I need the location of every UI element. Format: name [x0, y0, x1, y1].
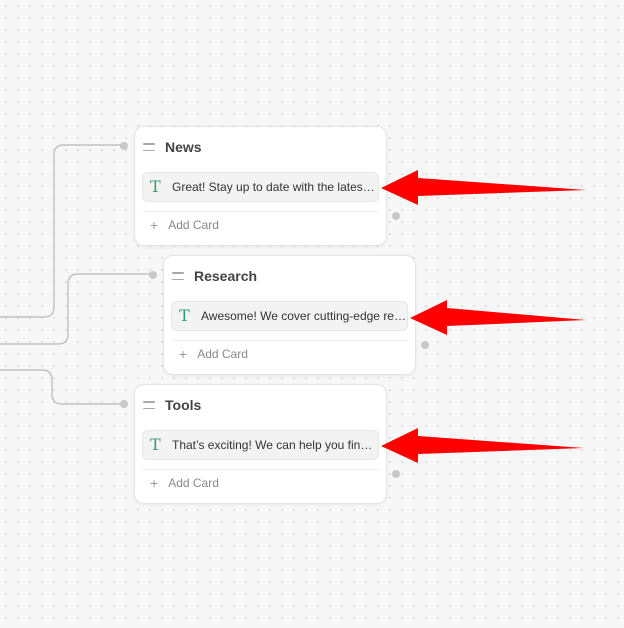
- text-type-icon: T: [150, 435, 161, 454]
- output-handle[interactable]: [421, 341, 429, 349]
- input-handle[interactable]: [120, 400, 128, 408]
- output-handle[interactable]: [392, 212, 400, 220]
- drag-handle-icon[interactable]: [172, 272, 184, 280]
- red-arrow: [381, 170, 586, 205]
- input-handle[interactable]: [149, 271, 157, 279]
- plus-icon: +: [150, 474, 159, 491]
- connector-tools: [0, 369, 124, 405]
- text-type-icon: T: [150, 177, 161, 196]
- red-arrow: [381, 428, 584, 463]
- connector-research: [0, 273, 153, 345]
- card-item[interactable]: T Great! Stay up to date with the latest…: [142, 172, 379, 202]
- node-research[interactable]: Research T Awesome! We cover cutting-edg…: [149, 255, 429, 375]
- drag-handle-icon[interactable]: [143, 401, 155, 409]
- drag-handle-icon[interactable]: [143, 143, 155, 151]
- card-text: That’s exciting! We can help you find to…: [172, 438, 377, 452]
- add-card-label: Add Card: [197, 346, 248, 361]
- plus-icon: +: [179, 345, 188, 362]
- add-card-button[interactable]: + Add Card: [171, 340, 408, 366]
- add-card-button[interactable]: + Add Card: [142, 211, 379, 237]
- node-title: News: [165, 139, 202, 155]
- red-arrow: [410, 300, 586, 335]
- input-handle[interactable]: [120, 142, 128, 150]
- plus-icon: +: [150, 216, 159, 233]
- node-title: Research: [194, 268, 258, 284]
- output-handle[interactable]: [392, 470, 400, 478]
- card-text: Awesome! We cover cutting-edge research: [201, 309, 406, 323]
- connector-news: [0, 144, 124, 318]
- node-header[interactable]: News: [135, 127, 386, 167]
- card-item[interactable]: T That’s exciting! We can help you find …: [142, 430, 379, 460]
- node-header[interactable]: Research: [164, 256, 415, 296]
- node-title: Tools: [165, 397, 202, 413]
- card-item[interactable]: T Awesome! We cover cutting-edge researc…: [171, 301, 408, 331]
- node-tools[interactable]: Tools T That’s exciting! We can help you…: [120, 384, 400, 504]
- add-card-button[interactable]: + Add Card: [142, 469, 379, 495]
- node-header[interactable]: Tools: [135, 385, 386, 425]
- add-card-label: Add Card: [168, 475, 219, 490]
- card-text: Great! Stay up to date with the latest n…: [172, 180, 377, 194]
- node-news[interactable]: News T Great! Stay up to date with the l…: [120, 126, 400, 246]
- text-type-icon: T: [179, 306, 190, 325]
- add-card-label: Add Card: [168, 217, 219, 232]
